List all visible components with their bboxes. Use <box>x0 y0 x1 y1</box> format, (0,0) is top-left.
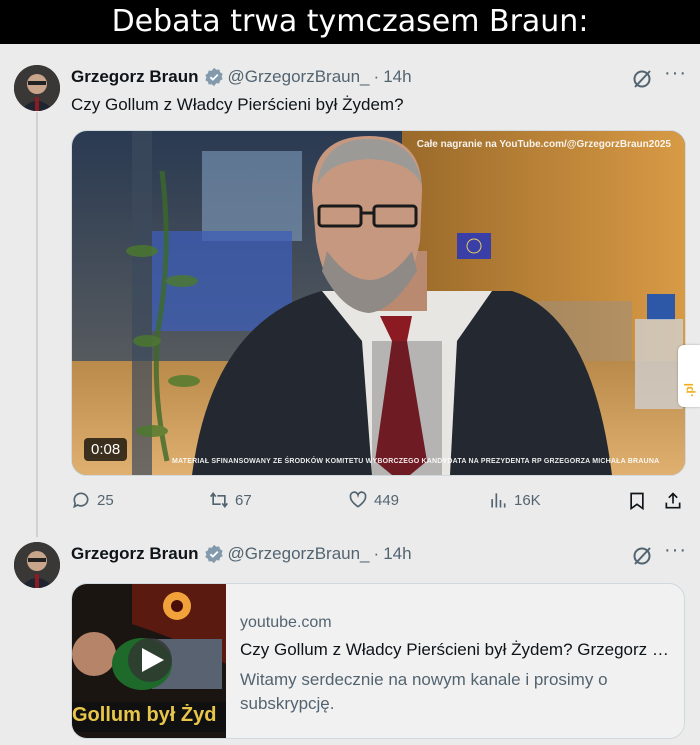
views-button[interactable]: 16K <box>488 490 541 510</box>
avatar[interactable] <box>14 542 60 588</box>
author-name[interactable]: Grzegorz Braun <box>71 544 199 564</box>
link-card[interactable]: Gollum był Żyd youtube.com Czy Gollum z … <box>71 583 685 739</box>
reply-count: 25 <box>97 491 114 509</box>
jeja-suffix: .pl <box>682 383 696 397</box>
video-duration: 0:08 <box>84 438 128 461</box>
separator: · <box>373 67 380 86</box>
avatar[interactable] <box>14 65 60 111</box>
repost-button[interactable]: 67 <box>209 490 252 510</box>
jeja-watermark: jeja.pl <box>678 345 700 407</box>
video-watermark: Całe nagranie na YouTube.com/@GrzegorzBr… <box>416 139 671 150</box>
grok-icon[interactable] <box>631 545 653 567</box>
tweet-text: Czy Gollum z Władcy Pierścieni był Żydem… <box>71 95 404 114</box>
video-frame <box>72 131 685 475</box>
card-domain: youtube.com <box>240 614 332 631</box>
separator: · <box>373 544 380 563</box>
author-handle[interactable]: @GrzegorzBraun_ <box>228 67 370 87</box>
reply-button[interactable]: 25 <box>71 490 114 510</box>
more-icon[interactable]: ··· <box>664 62 687 85</box>
author-handle[interactable]: @GrzegorzBraun_ <box>228 544 370 564</box>
card-thumb-text: Gollum był Żyd <box>72 704 217 726</box>
card-title[interactable]: Czy Gollum z Władcy Pierścieni był Żydem… <box>240 640 672 660</box>
tweet-header: Grzegorz Braun @GrzegorzBraun_ · 14h <box>71 544 412 564</box>
video-player[interactable]: Całe nagranie na YouTube.com/@GrzegorzBr… <box>71 130 686 476</box>
more-icon[interactable]: ··· <box>664 539 687 562</box>
reply-icon <box>73 492 89 509</box>
verified-badge-icon <box>204 544 223 564</box>
repost-count: 67 <box>235 491 252 509</box>
bookmark-icon[interactable] <box>627 490 647 512</box>
verified-badge-icon <box>204 67 223 87</box>
tweet-actions: 25 67 449 16K <box>71 490 686 514</box>
like-count: 449 <box>374 491 400 509</box>
timestamp[interactable]: 14h <box>383 67 411 87</box>
like-icon <box>349 491 367 508</box>
views-count: 16K <box>514 491 541 509</box>
timestamp[interactable]: 14h <box>383 544 411 564</box>
views-icon <box>491 493 506 508</box>
grok-icon[interactable] <box>631 68 653 90</box>
share-icon[interactable] <box>663 490 683 512</box>
video-disclaimer: MATERIAŁ SFINANSOWANY ZE ŚRODKÓW KOMITET… <box>172 458 660 465</box>
card-body: youtube.com Czy Gollum z Władcy Pierście… <box>240 614 672 716</box>
repost-icon <box>210 491 228 509</box>
tweet-header: Grzegorz Braun @GrzegorzBraun_ · 14h <box>71 67 412 87</box>
card-thumbnail: Gollum był Żyd <box>72 584 226 738</box>
like-button[interactable]: 449 <box>348 490 399 510</box>
thread-line <box>36 112 38 537</box>
meme-caption: Debata trwa tymczasem Braun: <box>0 0 700 44</box>
author-name[interactable]: Grzegorz Braun <box>71 67 199 87</box>
card-description: Witamy serdecznie na nowym kanale i pros… <box>240 670 608 713</box>
